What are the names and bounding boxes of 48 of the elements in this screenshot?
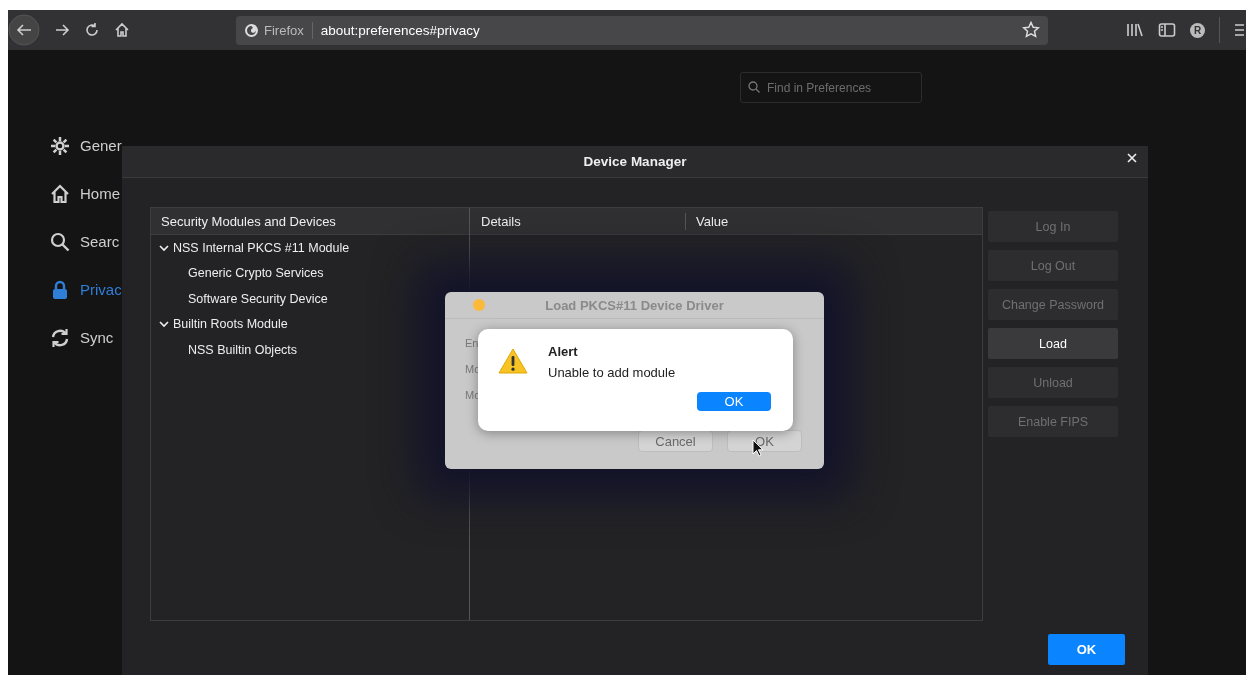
dialog-button[interactable]: Cancel <box>638 430 713 452</box>
logo-icon <box>244 22 259 38</box>
sidebar-item[interactable]: Home <box>50 182 122 205</box>
dialog-title: Device Manager <box>583 154 687 169</box>
tree-item[interactable]: NSS Builtin Objects <box>188 342 298 357</box>
back-button[interactable] <box>8 14 40 46</box>
account-avatar[interactable]: R <box>1190 22 1205 38</box>
column-header: Security Modules and Devices <box>151 208 469 235</box>
chevron-icon <box>159 319 169 330</box>
identity-label: Firefox <box>264 22 304 38</box>
column-header: Details <box>470 212 686 230</box>
menu-icon[interactable] <box>1234 23 1244 37</box>
close-button[interactable] <box>1126 152 1138 164</box>
gear-icon <box>50 135 70 156</box>
bookmark-star-icon[interactable] <box>1022 21 1040 39</box>
library-icon[interactable] <box>1126 22 1144 38</box>
close-icon <box>1126 152 1138 164</box>
dialog-title: Load PKCS#11 Device Driver <box>545 297 724 313</box>
window-control-dot[interactable] <box>473 299 485 311</box>
search-icon <box>748 81 760 93</box>
search-icon <box>50 231 70 252</box>
home-icon <box>50 183 70 204</box>
alert-title: Alert <box>548 344 579 359</box>
address-bar[interactable]: Firefox about:preferences#privacy <box>236 15 1048 45</box>
tree-item[interactable]: Builtin Roots Module <box>159 317 288 332</box>
sidebar-icon[interactable] <box>1158 22 1176 38</box>
sync-icon <box>50 327 70 348</box>
tree-item[interactable]: Software Security Device <box>188 291 328 306</box>
ok-button[interactable]: OK <box>1048 634 1125 665</box>
url-text: about:preferences#privacy <box>319 22 481 38</box>
sidebar-item[interactable]: Sync <box>50 326 122 349</box>
tree-item[interactable]: NSS Internal PKCS #11 Module <box>159 240 350 255</box>
search-field[interactable]: Find in Preferences <box>740 72 922 103</box>
tree-item[interactable]: Generic Crypto Services <box>188 266 324 281</box>
alert-message: Unable to add module <box>548 365 677 380</box>
field-label: En <box>465 337 479 349</box>
lock-icon <box>50 279 70 300</box>
column-header: Value <box>695 213 729 229</box>
chevron-icon <box>159 242 169 253</box>
sidebar-item[interactable]: Privac <box>50 278 122 301</box>
home-button[interactable] <box>114 22 130 38</box>
warning-icon <box>498 347 528 375</box>
sidebar-item[interactable]: Gener <box>50 134 122 157</box>
ok-button[interactable]: OK <box>697 392 771 411</box>
reload-button[interactable] <box>84 22 100 38</box>
forward-button[interactable] <box>54 22 70 38</box>
sidebar-item[interactable]: Searc <box>50 230 122 253</box>
dialog-button[interactable]: Load <box>988 328 1118 359</box>
